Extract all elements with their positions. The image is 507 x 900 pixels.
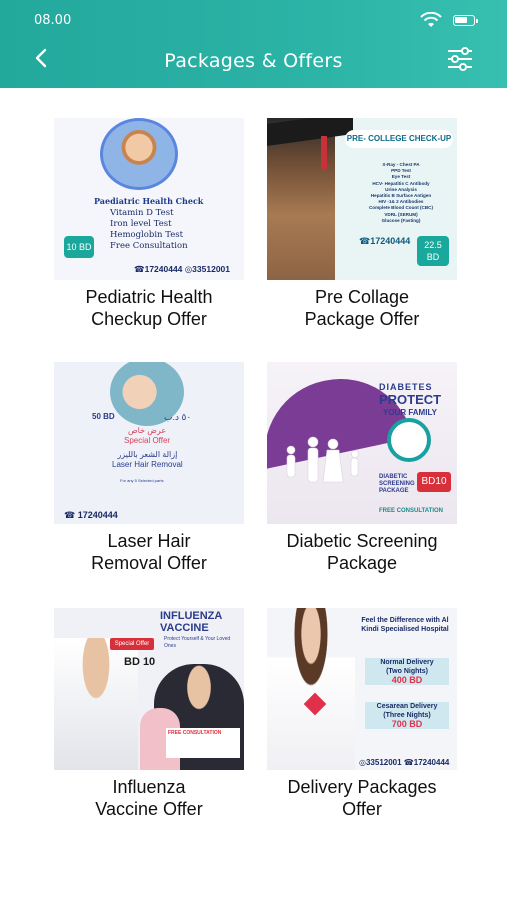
- normal-delivery-box: Normal Delivery (Two Nights) 400 BD: [365, 658, 449, 685]
- thumb-line3: YOUR FAMILY: [383, 408, 437, 417]
- thumb-test-list: X-Ray - Chest PA PPD Test Eye Test HCV- …: [351, 162, 451, 224]
- cesarean-title: Cesarean Delivery: [376, 703, 438, 710]
- thumb-service-ar: إزالة الشعر بالليزر: [117, 450, 178, 459]
- thumb-special: عرض خاص Special Offer: [124, 426, 170, 446]
- package-title-line: Delivery Packages: [287, 777, 437, 797]
- thumb-service: إزالة الشعر بالليزر Laser Hair Removal: [112, 450, 183, 470]
- thumb-package: DIABETIC SCREENING PACKAGE: [379, 474, 415, 494]
- price-badge: 22.5 BD: [417, 236, 449, 266]
- cesarean-price: 700 BD: [391, 719, 423, 729]
- package-title-line: Package: [326, 553, 398, 573]
- thumb-price: 50 BD: [92, 412, 115, 421]
- thumb-heading: PRE- COLLEGE CHECK-UP: [345, 130, 453, 148]
- thumb-phones: ◎33512001 ☎17240444: [359, 758, 450, 767]
- thumb-tagline: Protect Yourself & Your Loved Ones: [164, 636, 231, 649]
- package-title-line: Vaccine Offer: [95, 799, 203, 819]
- thumb-footer: FREE CONSULTATION: [166, 728, 240, 758]
- thumb-heading: Feel the Difference with Al Kindi Specia…: [361, 617, 449, 633]
- package-title-line: Pediatric Health: [85, 287, 213, 307]
- thumb-heading: Paediatric Health Check: [94, 196, 204, 206]
- thumb-phones: ☎ 17240444: [64, 510, 118, 520]
- package-thumbnail: INFLUENZA VACCINE Protect Yourself & You…: [54, 608, 244, 770]
- thumb-service-en: Laser Hair Removal: [112, 460, 183, 469]
- package-title-line: Influenza: [112, 777, 186, 797]
- package-title-line: Pre Collage: [314, 287, 410, 307]
- thumb-price: BD 10: [124, 656, 156, 668]
- thumb-line1: INFLUENZA: [160, 610, 223, 622]
- package-thumbnail: DIABETES PROTECT YOUR FAMILY DIABETIC SC…: [267, 362, 457, 524]
- child-photo: [100, 118, 178, 190]
- app-header: 08.00 Packages & Offers: [0, 0, 507, 88]
- thumb-note: For any 5 Selected parts: [120, 478, 164, 483]
- thumb-item: Hemoglobin Test: [110, 230, 184, 240]
- family-silhouette-icon: [286, 436, 359, 483]
- package-title-line: Laser Hair: [107, 531, 191, 551]
- thumb-phones: ☎17240444: [359, 236, 411, 246]
- tassel-decoration: [321, 136, 327, 170]
- normal-title: Normal Delivery: [380, 659, 434, 666]
- cesarean-delivery-box: Cesarean Delivery (Three Nights) 700 BD: [365, 702, 449, 729]
- thumb-item: Free Consultation: [110, 241, 188, 251]
- price-badge: 10 BD: [64, 236, 94, 258]
- package-title-line: Diabetic Screening: [286, 531, 438, 551]
- thumb-item: Iron level Test: [110, 219, 172, 229]
- thumb-line2: PROTECT: [379, 392, 442, 407]
- filter-sliders-icon[interactable]: [446, 46, 474, 72]
- status-time: 08.00: [34, 13, 72, 28]
- normal-price: 400 BD: [391, 675, 423, 685]
- page-title: Packages & Offers: [164, 50, 343, 72]
- price-badge: BD10: [417, 472, 451, 492]
- package-title: Influenza Vaccine Offer: [34, 776, 264, 820]
- thumb-footer: FREE CONSULTATION: [379, 508, 443, 514]
- package-thumbnail: 50 BD ٥٠ د.ب عرض خاص Special Offer إزالة…: [54, 362, 244, 524]
- thumb-line1: DIABETES: [379, 382, 433, 392]
- thumb-phones: ☎17240444 ◎33512001: [134, 264, 231, 274]
- package-title: Diabetic Screening Package: [247, 530, 477, 574]
- package-title-line: Offer: [342, 799, 382, 819]
- package-title: Laser Hair Removal Offer: [34, 530, 264, 574]
- diabetes-day-logo: [387, 418, 431, 462]
- thumb-price-arabic: ٥٠ د.ب: [164, 412, 192, 422]
- thumb-item: Vitamin D Test: [110, 208, 174, 218]
- wifi-icon: [420, 12, 442, 27]
- package-title: Delivery Packages Offer: [247, 776, 477, 820]
- package-title-line: Removal Offer: [91, 553, 207, 573]
- thumb-heading: INFLUENZA VACCINE: [160, 610, 222, 634]
- package-thumbnail: PRE- COLLEGE CHECK-UP X-Ray - Chest PA P…: [267, 118, 457, 280]
- package-thumbnail: Paediatric Health Check Vitamin D Test I…: [54, 118, 244, 280]
- thumb-special-ar: عرض خاص: [127, 426, 167, 435]
- battery-icon: [453, 15, 478, 26]
- package-title-line: Package Offer: [304, 309, 420, 329]
- package-thumbnail: Feel the Difference with Al Kindi Specia…: [267, 608, 457, 770]
- thumb-line2: VACCINE: [160, 622, 209, 634]
- price-unit: BD: [426, 252, 440, 262]
- package-title: Pediatric Health Checkup Offer: [34, 286, 264, 330]
- thumb-item: Glucose (Fasting): [381, 217, 421, 223]
- package-title: Pre Collage Package Offer: [247, 286, 477, 330]
- special-badge: Special Offer: [110, 638, 154, 650]
- package-title-line: Checkup Offer: [91, 309, 207, 329]
- pregnant-woman-photo: [267, 608, 355, 770]
- status-bar: 08.00: [0, 0, 507, 40]
- price-value: 22.5: [424, 240, 442, 250]
- thumb-special-en: Special Offer: [124, 436, 171, 445]
